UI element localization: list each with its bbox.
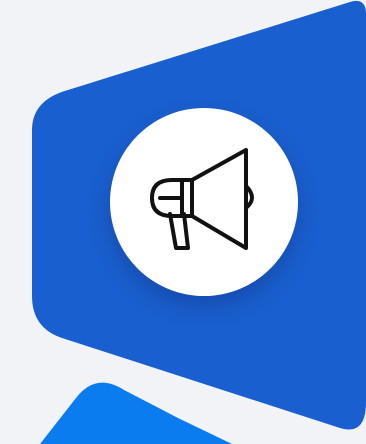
secondary-blue-panel — [40, 382, 232, 444]
announcement-graphic — [0, 0, 366, 444]
icon-badge — [110, 108, 298, 296]
megaphone-icon — [150, 148, 254, 250]
